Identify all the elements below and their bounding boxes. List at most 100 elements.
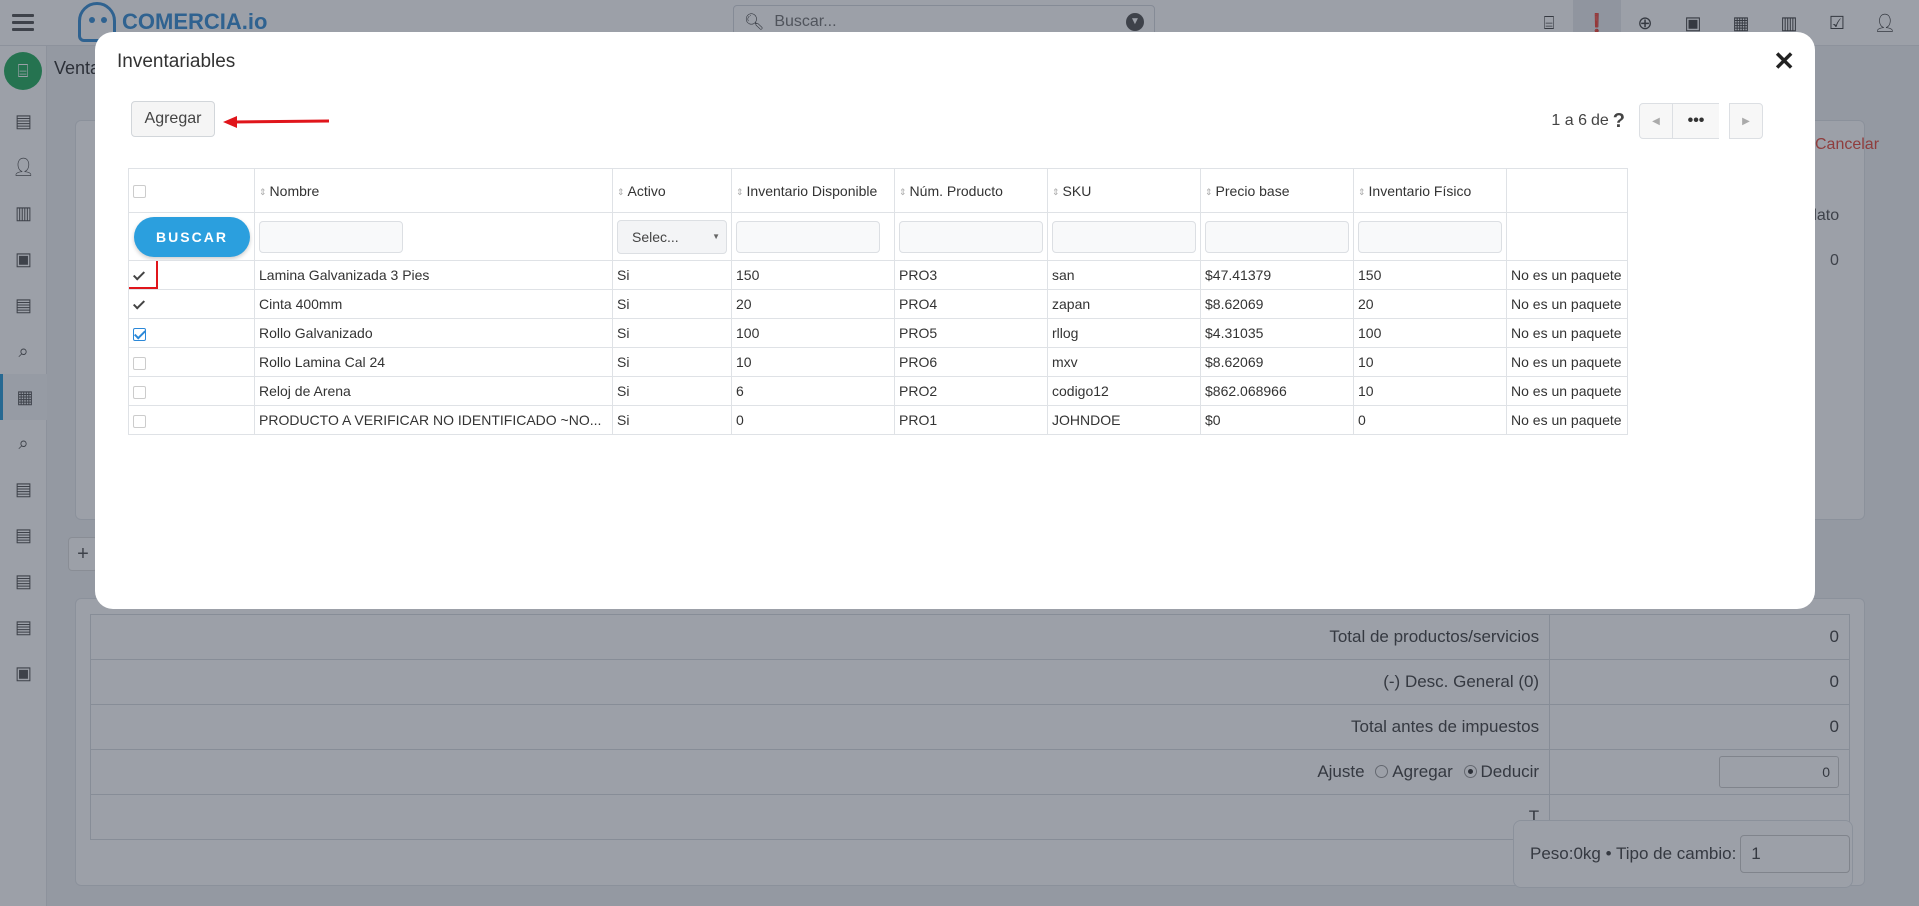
- filter-cell: [731, 212, 895, 261]
- column-label: Precio base: [1215, 182, 1290, 199]
- row-checkbox[interactable]: [133, 299, 146, 312]
- row-checkbox[interactable]: [133, 414, 146, 428]
- table-row[interactable]: Reloj de Arena Si 6 PRO2 codigo12 $862.068966…: [128, 376, 1628, 406]
- row-checkbox[interactable]: [133, 327, 146, 341]
- pager-total-unknown[interactable]: ?: [1613, 110, 1625, 133]
- more-pages-button[interactable]: •••: [1673, 103, 1719, 139]
- cell-activo: Si: [612, 289, 732, 319]
- table-header: ⇕ Nombre ⇕ Activo ⇕ Inventario Disponible ⇕…: [128, 168, 1628, 213]
- table-row[interactable]: PRODUCTO A VERIFICAR NO IDENTIFICADO ~NO…: [128, 405, 1628, 435]
- column-header-sku[interactable]: ⇕ SKU: [1047, 168, 1201, 213]
- filter-precio-input[interactable]: [1205, 220, 1349, 253]
- cell-sku: rllog: [1047, 318, 1201, 348]
- cell-paquete: No es un paquete: [1506, 347, 1628, 377]
- filter-cell: [1047, 212, 1201, 261]
- cell-sku: zapan: [1047, 289, 1201, 319]
- column-header-num-producto[interactable]: ⇕ Núm. Producto: [894, 168, 1048, 213]
- cell-disponible: 20: [731, 289, 895, 319]
- pagination: 1 a 6 de ? ◀ ••• ▶: [1551, 103, 1763, 139]
- cell-fisico: 10: [1353, 347, 1507, 377]
- close-icon[interactable]: ✕: [1773, 46, 1795, 77]
- column-label: SKU: [1062, 182, 1092, 199]
- caret-down-icon: ▼: [712, 232, 720, 241]
- cell-precio: $8.62069: [1200, 347, 1354, 377]
- select-all-checkbox[interactable]: [133, 185, 146, 199]
- inventariables-modal: Inventariables ✕ Agregar 1 a 6 de ? ◀ ••…: [95, 32, 1815, 609]
- filter-cell: [254, 212, 613, 261]
- filter-disponible-input[interactable]: [736, 220, 880, 253]
- filter-cell: [1506, 212, 1628, 261]
- cell-activo: Si: [612, 318, 732, 348]
- column-label: Inventario Físico: [1368, 182, 1472, 199]
- cell-sku: codigo12: [1047, 376, 1201, 406]
- row-select-cell: [128, 289, 255, 319]
- cell-fisico: 0: [1353, 405, 1507, 435]
- column-label: Inventario Disponible: [746, 182, 878, 199]
- cell-sku: JOHNDOE: [1047, 405, 1201, 435]
- column-label: Nombre: [269, 182, 320, 199]
- filter-fisico-input[interactable]: [1358, 220, 1502, 253]
- cell-precio: $47.41379: [1200, 260, 1354, 290]
- column-header-inventario-fisico[interactable]: ⇕ Inventario Físico: [1353, 168, 1507, 213]
- cell-activo: Si: [612, 347, 732, 377]
- filter-row: BUSCAR Selec... ▼: [128, 212, 1628, 261]
- annotation-arrow-icon: [223, 116, 330, 128]
- cell-nombre: Reloj de Arena: [254, 376, 613, 406]
- cell-paquete: No es un paquete: [1506, 260, 1628, 290]
- table-row[interactable]: Lamina Galvanizada 3 Pies Si 150 PRO3 san $47…: [128, 260, 1628, 290]
- buscar-button[interactable]: BUSCAR: [134, 216, 250, 257]
- row-select-cell: [128, 347, 255, 377]
- cell-num: PRO5: [894, 318, 1048, 348]
- annotation-highlight-box: [129, 261, 158, 289]
- table-row[interactable]: Rollo Galvanizado Si 100 PRO5 rllog $4.31035 1…: [128, 318, 1628, 348]
- table-body: Lamina Galvanizada 3 Pies Si 150 PRO3 san $47…: [128, 260, 1628, 435]
- filter-cell: [1353, 212, 1507, 261]
- sort-icon: ⇕: [259, 186, 267, 197]
- column-label: Núm. Producto: [909, 182, 1003, 199]
- table-row[interactable]: Rollo Lamina Cal 24 Si 10 PRO6 mxv $8.62069 10…: [128, 347, 1628, 377]
- next-page-button[interactable]: ▶: [1729, 103, 1763, 139]
- cell-precio: $862.068966: [1200, 376, 1354, 406]
- filter-cell: BUSCAR: [128, 212, 255, 261]
- row-checkbox[interactable]: [133, 385, 146, 399]
- cell-disponible: 10: [731, 347, 895, 377]
- filter-activo-select[interactable]: Selec... ▼: [617, 219, 727, 254]
- agregar-button[interactable]: Agregar: [131, 101, 215, 137]
- filter-sku-input[interactable]: [1052, 220, 1196, 253]
- row-checkbox[interactable]: [133, 356, 146, 370]
- cell-nombre: Rollo Lamina Cal 24: [254, 347, 613, 377]
- cell-nombre: Cinta 400mm: [254, 289, 613, 319]
- pager-of: de: [1590, 112, 1609, 129]
- filter-nombre-input[interactable]: [259, 220, 403, 253]
- cell-activo: Si: [612, 376, 732, 406]
- cell-disponible: 150: [731, 260, 895, 290]
- cell-num: PRO3: [894, 260, 1048, 290]
- filter-activo-value: Selec...: [632, 228, 679, 245]
- column-header-inventario-disponible[interactable]: ⇕ Inventario Disponible: [731, 168, 895, 213]
- sort-icon: ⇕: [1052, 186, 1060, 197]
- filter-num-input[interactable]: [899, 220, 1043, 253]
- column-header-activo[interactable]: ⇕ Activo: [612, 168, 732, 213]
- cell-activo: Si: [612, 260, 732, 290]
- filter-cell: [1200, 212, 1354, 261]
- column-header-precio-base[interactable]: ⇕ Precio base: [1200, 168, 1354, 213]
- sort-icon: ⇕: [1358, 186, 1366, 197]
- table-row[interactable]: Cinta 400mm Si 20 PRO4 zapan $8.62069 20 No es …: [128, 289, 1628, 319]
- cell-disponible: 0: [731, 405, 895, 435]
- cell-fisico: 150: [1353, 260, 1507, 290]
- cell-nombre: Lamina Galvanizada 3 Pies: [254, 260, 613, 290]
- cell-paquete: No es un paquete: [1506, 376, 1628, 406]
- cell-fisico: 10: [1353, 376, 1507, 406]
- cell-paquete: No es un paquete: [1506, 405, 1628, 435]
- cell-precio: $0: [1200, 405, 1354, 435]
- filter-cell: Selec... ▼: [612, 212, 732, 261]
- cell-num: PRO1: [894, 405, 1048, 435]
- modal-title: Inventariables: [117, 51, 236, 72]
- column-header-nombre[interactable]: ⇕ Nombre: [254, 168, 613, 213]
- prev-page-button[interactable]: ◀: [1639, 103, 1673, 139]
- row-select-cell: [128, 260, 255, 290]
- cell-sku: mxv: [1047, 347, 1201, 377]
- cell-sku: san: [1047, 260, 1201, 290]
- column-header-paquete: [1506, 168, 1628, 213]
- cell-fisico: 20: [1353, 289, 1507, 319]
